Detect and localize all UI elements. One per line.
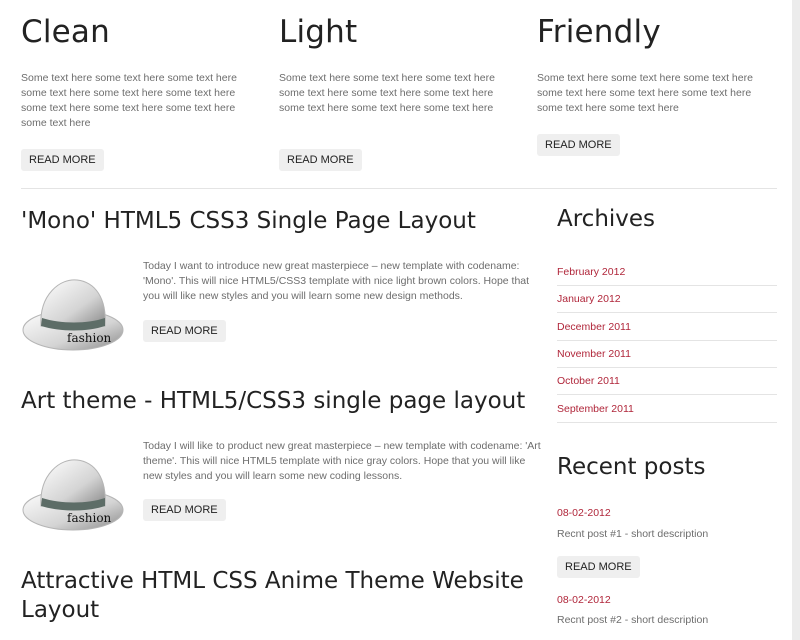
post-text: Today I want to introduce new great mast… [143, 260, 530, 302]
fashion-hat-image[interactable]: fashion [21, 272, 125, 354]
recent-post-desc: Recnt post #2 - short description [557, 614, 709, 626]
read-more-button[interactable]: READ MORE [143, 320, 226, 342]
recent-post-desc: Recnt post #1 - short description [557, 528, 709, 540]
fashion-hat-image[interactable]: fashion [21, 452, 125, 534]
archive-link[interactable]: September 2011 [557, 396, 777, 423]
post-title[interactable]: Art theme - HTML5/CSS3 single page layou… [21, 387, 541, 416]
feature-title: Clean [21, 14, 110, 50]
hat-label: fashion [67, 511, 112, 525]
post-title[interactable]: Attractive HTML CSS Anime Theme Website … [21, 567, 541, 625]
archive-link[interactable]: December 2011 [557, 314, 777, 341]
page: Clean Some text here some text here some… [0, 0, 792, 640]
feature-title: Light [279, 14, 358, 50]
post-title[interactable]: 'Mono' HTML5 CSS3 Single Page Layout [21, 207, 541, 236]
recent-post-date[interactable]: 08-02-2012 [557, 507, 611, 519]
archive-link[interactable]: November 2011 [557, 341, 777, 368]
feature-text: Some text here some text here some text … [537, 72, 753, 114]
archive-link[interactable]: October 2011 [557, 368, 777, 395]
scrollbar[interactable] [792, 0, 800, 640]
recent-posts-heading: Recent posts [557, 454, 706, 480]
post-text: Today I will like to product new great m… [143, 440, 541, 482]
hat-icon: fashion [22, 459, 124, 531]
archive-link[interactable]: February 2012 [557, 259, 777, 286]
feature-light: Light Some text here some text here some… [279, 14, 519, 116]
read-more-button[interactable]: READ MORE [537, 134, 620, 156]
feature-text: Some text here some text here some text … [279, 72, 495, 114]
feature-clean: Clean Some text here some text here some… [21, 14, 261, 131]
read-more-button[interactable]: READ MORE [21, 149, 104, 171]
feature-title: Friendly [537, 14, 661, 50]
feature-text: Some text here some text here some text … [21, 72, 237, 129]
read-more-button[interactable]: READ MORE [279, 149, 362, 171]
read-more-button[interactable]: READ MORE [557, 556, 640, 578]
hat-icon: fashion [22, 279, 124, 351]
feature-friendly: Friendly Some text here some text here s… [537, 14, 777, 116]
hat-label: fashion [67, 331, 112, 345]
archive-link[interactable]: January 2012 [557, 286, 777, 313]
read-more-button[interactable]: READ MORE [143, 499, 226, 521]
recent-post-date[interactable]: 08-02-2012 [557, 594, 611, 606]
divider [21, 188, 777, 189]
archives-heading: Archives [557, 206, 656, 232]
